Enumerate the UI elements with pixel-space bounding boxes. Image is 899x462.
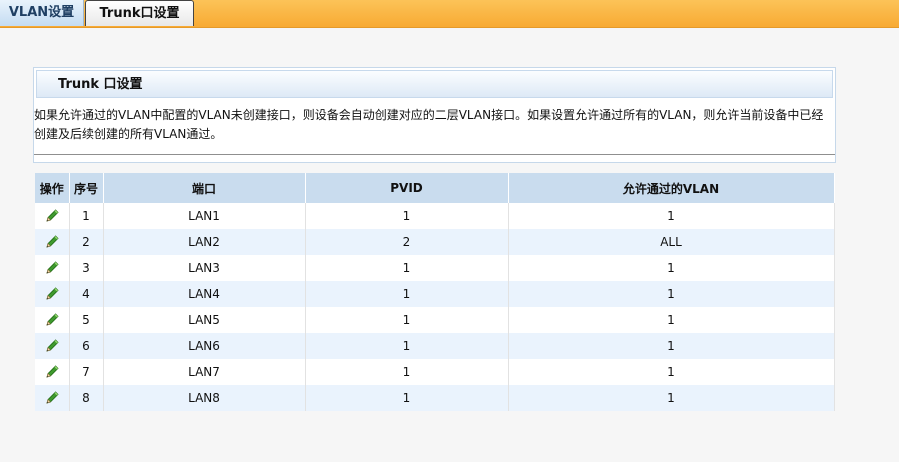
edit-pencil-icon[interactable] (44, 260, 60, 276)
row-action-cell (35, 385, 70, 411)
column-header-index: 序号 (69, 173, 104, 203)
row-action-cell (35, 203, 70, 229)
panel-title: Trunk 口设置 (36, 70, 833, 98)
row-allowed-vlan-cell: 1 (508, 281, 835, 307)
row-pvid-cell: 1 (305, 385, 509, 411)
row-action-cell (35, 255, 70, 281)
row-pvid-cell: 1 (305, 203, 509, 229)
row-action-cell (35, 281, 70, 307)
row-port-cell: LAN7 (103, 359, 306, 385)
tab-bar: VLAN设置 Trunk口设置 (0, 0, 899, 28)
column-header-port: 端口 (103, 173, 306, 203)
row-pvid-cell: 1 (305, 307, 509, 333)
row-port-cell: LAN4 (103, 281, 306, 307)
row-allowed-vlan-cell: 1 (508, 385, 835, 411)
row-pvid-cell: 1 (305, 333, 509, 359)
row-action-cell (35, 307, 70, 333)
table-row: 4 LAN4 1 1 (35, 281, 835, 307)
edit-pencil-icon[interactable] (44, 364, 60, 380)
row-allowed-vlan-cell: ALL (508, 229, 835, 255)
row-allowed-vlan-cell: 1 (508, 203, 835, 229)
trunk-settings-panel: Trunk 口设置 如果允许通过的VLAN中配置的VLAN未创建接口，则设备会自… (33, 67, 836, 163)
table-row: 6 LAN6 1 1 (35, 333, 835, 359)
row-pvid-cell: 2 (305, 229, 509, 255)
table-row: 1 LAN1 1 1 (35, 203, 835, 229)
edit-pencil-icon[interactable] (44, 390, 60, 406)
column-header-allowed-vlan: 允许通过的VLAN (508, 173, 835, 203)
row-index-cell: 7 (69, 359, 104, 385)
row-port-cell: LAN8 (103, 385, 306, 411)
trunk-port-table: 操作 序号 端口 PVID 允许通过的VLAN 1 LAN1 1 1 2 LAN2 2 ALL… (35, 173, 835, 411)
row-allowed-vlan-cell: 1 (508, 359, 835, 385)
panel-divider (34, 154, 835, 155)
row-action-cell (35, 229, 70, 255)
row-port-cell: LAN1 (103, 203, 306, 229)
row-pvid-cell: 1 (305, 359, 509, 385)
row-index-cell: 5 (69, 307, 104, 333)
table-row: 5 LAN5 1 1 (35, 307, 835, 333)
row-allowed-vlan-cell: 1 (508, 255, 835, 281)
row-allowed-vlan-cell: 1 (508, 333, 835, 359)
row-port-cell: LAN6 (103, 333, 306, 359)
edit-pencil-icon[interactable] (44, 286, 60, 302)
table-row: 2 LAN2 2 ALL (35, 229, 835, 255)
column-header-pvid: PVID (305, 173, 509, 203)
row-port-cell: LAN2 (103, 229, 306, 255)
tab-vlan-settings[interactable]: VLAN设置 (0, 0, 84, 26)
row-index-cell: 3 (69, 255, 104, 281)
row-index-cell: 6 (69, 333, 104, 359)
row-index-cell: 2 (69, 229, 104, 255)
panel-description: 如果允许通过的VLAN中配置的VLAN未创建接口，则设备会自动创建对应的二层VL… (34, 108, 824, 141)
edit-pencil-icon[interactable] (44, 208, 60, 224)
edit-pencil-icon[interactable] (44, 338, 60, 354)
table-row: 7 LAN7 1 1 (35, 359, 835, 385)
row-port-cell: LAN3 (103, 255, 306, 281)
table-row: 8 LAN8 1 1 (35, 385, 835, 411)
table-row: 3 LAN3 1 1 (35, 255, 835, 281)
row-index-cell: 4 (69, 281, 104, 307)
tab-trunk-settings[interactable]: Trunk口设置 (85, 0, 194, 26)
row-port-cell: LAN5 (103, 307, 306, 333)
column-header-action: 操作 (35, 173, 70, 203)
row-action-cell (35, 333, 70, 359)
row-allowed-vlan-cell: 1 (508, 307, 835, 333)
row-pvid-cell: 1 (305, 255, 509, 281)
row-action-cell (35, 359, 70, 385)
edit-pencil-icon[interactable] (44, 234, 60, 250)
row-pvid-cell: 1 (305, 281, 509, 307)
edit-pencil-icon[interactable] (44, 312, 60, 328)
row-index-cell: 1 (69, 203, 104, 229)
row-index-cell: 8 (69, 385, 104, 411)
table-header-row: 操作 序号 端口 PVID 允许通过的VLAN (35, 173, 835, 203)
